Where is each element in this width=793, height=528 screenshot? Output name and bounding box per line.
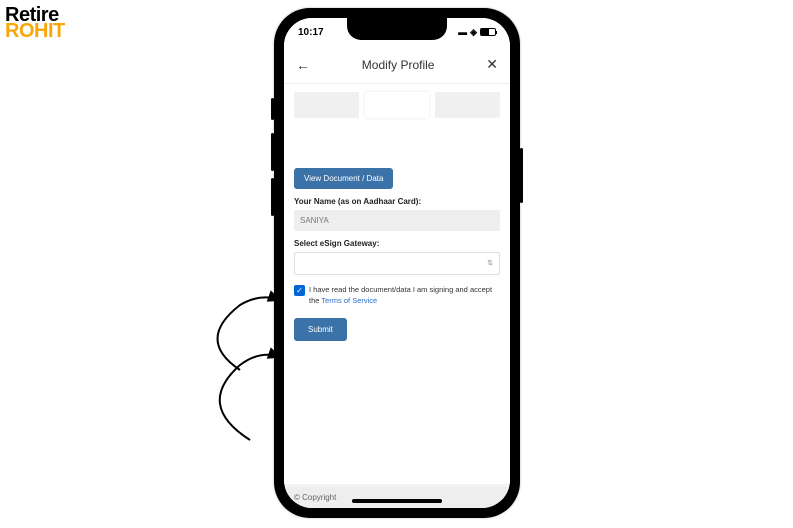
footer: © Copyright <box>284 487 510 508</box>
phone-notch <box>347 18 447 40</box>
back-arrow-icon[interactable]: ← <box>296 57 310 73</box>
app-header: ← Modify Profile ✕ <box>284 46 510 84</box>
content-area: View Document / Data Your Name (as on Aa… <box>284 84 510 484</box>
phone-side-button <box>271 98 274 120</box>
phone-frame: 10:17 ▬ ◈ ← Modify Profile ✕ View Docume… <box>274 8 520 518</box>
status-time: 10:17 <box>298 27 324 38</box>
submit-button[interactable]: Submit <box>294 318 347 341</box>
consent-text: I have read the document/data I am signi… <box>309 285 500 306</box>
battery-icon <box>480 28 496 36</box>
name-label: Your Name (as on Aadhaar Card): <box>294 197 500 206</box>
phone-side-button <box>271 178 274 216</box>
brand-logo: Retire ROHIT <box>5 5 65 41</box>
page-title: Modify Profile <box>362 58 435 72</box>
phone-side-button <box>520 148 523 203</box>
wifi-icon: ◈ <box>470 27 477 38</box>
tab[interactable] <box>435 92 500 118</box>
tos-link[interactable]: Terms of Service <box>321 296 377 305</box>
tab[interactable] <box>294 92 359 118</box>
gateway-label: Select eSign Gateway: <box>294 239 500 248</box>
logo-bottom: ROHIT <box>5 21 65 41</box>
tab-active[interactable] <box>365 92 430 118</box>
copyright-text: © Copyright <box>294 493 336 502</box>
signal-icon: ▬ <box>458 27 467 37</box>
name-field: SANIYA <box>294 210 500 231</box>
tabs-row <box>294 92 500 118</box>
phone-side-button <box>271 133 274 171</box>
gateway-select[interactable] <box>294 252 500 275</box>
view-document-button[interactable]: View Document / Data <box>294 168 393 189</box>
consent-row: ✓ I have read the document/data I am sig… <box>294 285 500 306</box>
home-indicator <box>352 499 442 503</box>
consent-checkbox[interactable]: ✓ <box>294 285 305 296</box>
close-icon[interactable]: ✕ <box>486 56 498 73</box>
